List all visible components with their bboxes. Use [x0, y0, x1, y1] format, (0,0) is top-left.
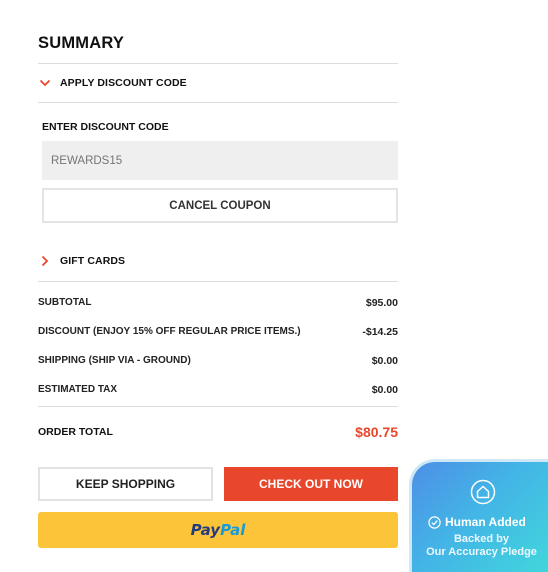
badge-title: Human Added [428, 515, 526, 529]
line-amount: $95.00 [365, 297, 398, 309]
line-amount: -$14.25 [362, 326, 398, 338]
divider [38, 406, 398, 407]
badge-subtitle-line2: Our Accuracy Pledge [426, 546, 537, 558]
badge-title-text: Human Added [445, 515, 526, 529]
paypal-logo-pal: Pal [220, 521, 246, 539]
subtotal-row: SUBTOTAL $95.00 [38, 297, 398, 309]
line-label: SUBTOTAL [38, 297, 92, 308]
line-amount: $0.00 [371, 355, 398, 367]
keep-shopping-button[interactable]: KEEP SHOPPING [38, 467, 213, 501]
discount-code-input[interactable] [42, 141, 398, 180]
badge-subtitle-line1: Backed by [453, 533, 510, 545]
divider [38, 281, 398, 282]
accuracy-pledge-badge[interactable]: Human Added Backed by Our Accuracy Pledg… [409, 459, 548, 572]
summary-title: SUMMARY [38, 34, 125, 52]
discount-row: DISCOUNT (ENJOY 15% OFF REGULAR PRICE IT… [38, 326, 398, 338]
line-label: DISCOUNT (ENJOY 15% OFF REGULAR PRICE IT… [38, 326, 301, 337]
badge-subtitle: Backed by Our Accuracy Pledge [412, 533, 548, 559]
chevron-down-icon [38, 76, 52, 90]
divider [38, 63, 398, 64]
house-icon [470, 479, 496, 505]
line-amount: $0.00 [371, 384, 398, 396]
order-total-row: ORDER TOTAL $80.75 [38, 424, 398, 440]
checkout-button[interactable]: CHECK OUT NOW [224, 467, 398, 501]
divider [38, 102, 398, 103]
paypal-logo-pay: Pay [190, 521, 221, 539]
tax-row: ESTIMATED TAX $0.00 [38, 384, 398, 396]
discount-code-label: ENTER DISCOUNT CODE [42, 121, 169, 133]
gift-cards-label: GIFT CARDS [60, 255, 126, 267]
apply-discount-toggle[interactable]: APPLY DISCOUNT CODE [38, 76, 187, 90]
cancel-coupon-button[interactable]: CANCEL COUPON [42, 188, 398, 223]
apply-discount-label: APPLY DISCOUNT CODE [60, 77, 187, 89]
order-total-amount: $80.75 [355, 424, 398, 440]
shipping-row: SHIPPING (SHIP VIA - GROUND) $0.00 [38, 355, 398, 367]
gift-cards-toggle[interactable]: GIFT CARDS [38, 254, 125, 268]
paypal-button[interactable]: Pay Pal [38, 512, 398, 548]
order-total-label: ORDER TOTAL [38, 426, 113, 438]
line-label: ESTIMATED TAX [38, 384, 118, 395]
line-label: SHIPPING (SHIP VIA - GROUND) [38, 355, 191, 366]
chevron-right-icon [38, 254, 52, 268]
check-circle-icon [428, 515, 441, 529]
